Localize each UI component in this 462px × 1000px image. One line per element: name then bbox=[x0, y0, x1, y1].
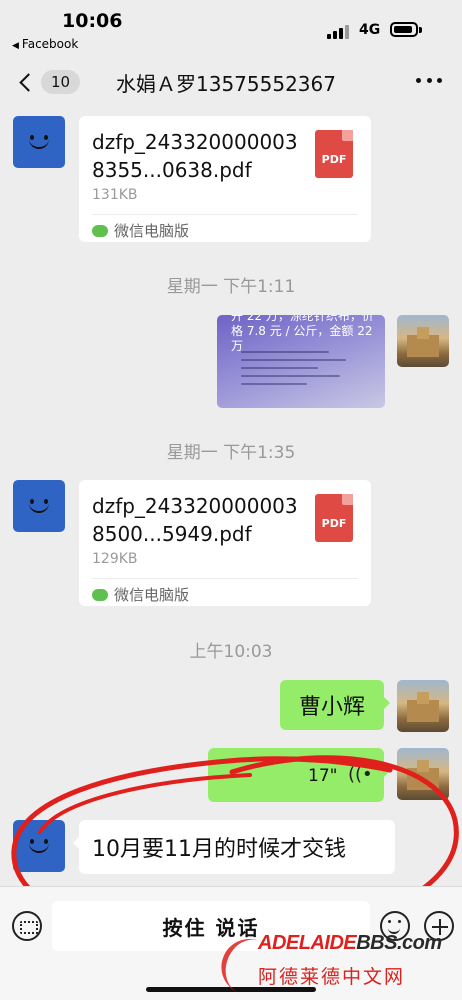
divider bbox=[92, 214, 358, 215]
file-source: 微信电脑版 bbox=[92, 220, 189, 241]
file-name: dzfp_2433200000038355...0638.pdf bbox=[92, 130, 298, 182]
message-timestamp: 星期一 下午1:11 bbox=[166, 277, 296, 297]
site-watermark: ADELAIDEBBS.com 阿德莱德中文网 bbox=[212, 930, 462, 998]
pdf-file-icon: PDF bbox=[315, 494, 353, 542]
file-source: 微信电脑版 bbox=[92, 584, 189, 605]
file-size: 131KB bbox=[92, 187, 138, 203]
file-message[interactable]: dzfp_2433200000038500...5949.pdf 129KB P… bbox=[79, 480, 371, 606]
back-to-app-link[interactable]: ◀ Facebook bbox=[12, 37, 78, 51]
back-arrow-icon: ◀ bbox=[12, 41, 19, 51]
keyboard-icon[interactable] bbox=[12, 911, 42, 941]
voice-message[interactable]: 17" ((• bbox=[208, 748, 390, 802]
signal-icon bbox=[327, 25, 353, 39]
battery-icon bbox=[390, 22, 422, 37]
image-caption-text: 开 22 万，涤纶针织布，价格 7.8 元 / 公斤，金额 22 万 bbox=[231, 315, 374, 353]
chevron-left-icon bbox=[19, 72, 38, 92]
divider bbox=[92, 578, 358, 579]
document-text-lines bbox=[241, 351, 351, 391]
received-text-message[interactable]: 10月要11月的时候才交钱 bbox=[73, 820, 395, 874]
wechat-icon bbox=[92, 588, 108, 601]
sent-text-message[interactable]: 曹小辉 bbox=[280, 680, 390, 730]
status-bar: 10:06 ◀ Facebook 4G bbox=[0, 0, 462, 56]
status-time: 10:06 bbox=[62, 10, 123, 32]
voice-wave-icon: ((• bbox=[348, 764, 373, 785]
wechat-icon bbox=[92, 224, 108, 237]
file-size: 129KB bbox=[92, 551, 138, 567]
image-message[interactable]: 开 22 万，涤纶针织布，价格 7.8 元 / 公斤，金额 22 万 bbox=[217, 315, 385, 408]
more-options-icon[interactable] bbox=[416, 78, 442, 86]
pdf-file-icon: PDF bbox=[315, 130, 353, 178]
contact-avatar[interactable] bbox=[13, 116, 65, 168]
back-app-name: Facebook bbox=[21, 37, 79, 51]
watermark-logo: ADELAIDEBBS.com bbox=[258, 932, 442, 954]
message-timestamp: 星期一 下午1:35 bbox=[166, 443, 296, 463]
unread-badge: 10 bbox=[41, 70, 81, 94]
network-type: 4G bbox=[359, 22, 381, 38]
my-avatar[interactable] bbox=[397, 315, 449, 367]
my-avatar[interactable] bbox=[397, 748, 449, 800]
my-avatar[interactable] bbox=[397, 680, 449, 732]
contact-avatar[interactable] bbox=[13, 820, 65, 872]
file-message[interactable]: dzfp_2433200000038355...0638.pdf 131KB P… bbox=[79, 116, 371, 242]
file-name: dzfp_2433200000038500...5949.pdf bbox=[92, 494, 298, 546]
message-timestamp: 上午10:03 bbox=[189, 642, 273, 662]
watermark-site-name: 阿德莱德中文网 bbox=[258, 966, 406, 988]
chat-title: 水娟Ａ罗13575552367 bbox=[116, 72, 336, 96]
voice-duration: 17" bbox=[308, 766, 338, 786]
chat-header: 10 水娟Ａ罗13575552367 bbox=[0, 56, 462, 108]
back-button[interactable]: 10 bbox=[16, 68, 81, 96]
contact-avatar[interactable] bbox=[13, 480, 65, 532]
